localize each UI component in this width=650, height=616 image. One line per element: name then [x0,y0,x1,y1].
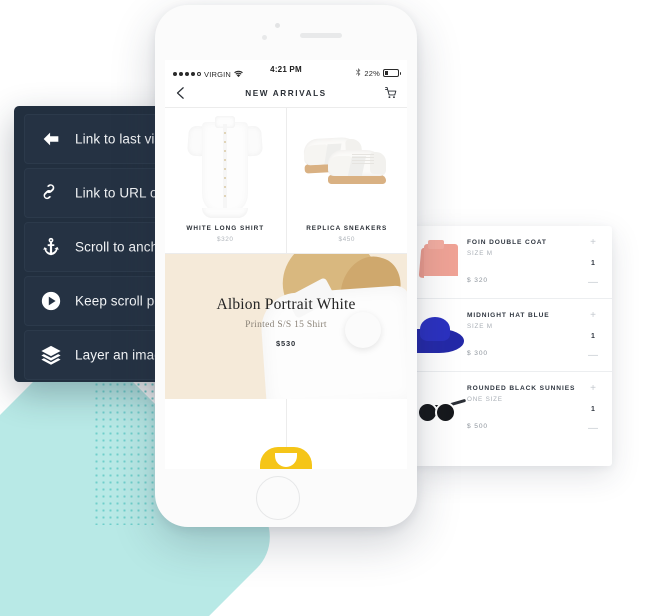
increase-quantity-button[interactable]: + [582,238,604,248]
layers-icon [40,344,62,366]
yellow-bag-image [260,447,312,469]
cart-item-name: FOIN DOUBLE COAT [467,239,547,246]
product-price: $320 [216,236,234,243]
cart-panel: FOIN DOUBLE COAT SIZE M $ 320 + 1 — MIDN… [411,226,612,466]
white-shirt-image [165,112,286,220]
product-caption: REPLICA SNEAKERS $450 [287,225,408,243]
cart-item-name: MIDNIGHT HAT BLUE [467,312,550,319]
increase-quantity-button[interactable]: + [582,311,604,321]
product-name: REPLICA SNEAKERS [306,225,388,232]
increase-quantity-button[interactable]: + [582,384,604,394]
earpiece-speaker [300,33,342,38]
banner-subtitle: Printed S/S 15 Shirt [245,320,327,330]
next-product-row [165,399,407,469]
cart-item-info: ROUNDED BLACK SUNNIES ONE SIZE [467,385,578,403]
quantity-value: 1 [591,260,595,267]
blue-hat-thumb [411,307,472,365]
quantity-value: 1 [591,406,595,413]
banner-title: Albion Portrait White [216,296,356,313]
iphone-mockup: VIRGIN 4:21 PM 22% NEW ARRIVALS WHITE LO… [155,5,417,527]
promo-banner[interactable]: Albion Portrait White Printed S/S 15 Shi… [165,254,407,399]
black-sunglasses-thumb [411,380,472,438]
battery-percent-label: 22% [364,68,380,78]
cart-item-name: ROUNDED BLACK SUNNIES [467,385,576,392]
cart-item-row[interactable]: FOIN DOUBLE COAT SIZE M $ 320 + 1 — [411,226,612,299]
quantity-stepper: + 1 — [582,238,604,288]
app-nav-bar: NEW ARRIVALS [165,80,407,108]
quantity-stepper: + 1 — [582,384,604,434]
cart-item-size: SIZE M [467,249,493,257]
cart-item-info: FOIN DOUBLE COAT SIZE M [467,239,578,257]
cart-item-price: $ 320 [467,277,489,285]
cart-item-info: MIDNIGHT HAT BLUE SIZE M [467,312,578,330]
white-sneakers-image [287,112,408,220]
cart-item-size: ONE SIZE [467,395,503,403]
anchor-icon [40,236,62,258]
page-title: NEW ARRIVALS [245,89,327,98]
decrease-quantity-button[interactable]: — [582,351,604,361]
product-card[interactable]: REPLICA SNEAKERS $450 [286,108,408,253]
product-name: WHITE LONG SHIRT [186,225,265,232]
cart-item-size: SIZE M [467,322,493,330]
cart-item-price: $ 300 [467,350,489,358]
arrow-left-icon [40,128,62,150]
status-bar: VIRGIN 4:21 PM 22% [165,60,407,80]
banner-price: $530 [276,339,296,348]
pink-coat-thumb [411,234,472,292]
product-caption: WHITE LONG SHIRT $320 [165,225,286,243]
play-circle-icon [40,290,62,312]
home-button[interactable] [256,476,300,520]
decrease-quantity-button[interactable]: — [582,278,604,288]
product-price: $450 [338,236,356,243]
battery-icon [383,69,401,77]
product-grid: WHITE LONG SHIRT $320 REPLICA SNEAKERS $… [165,108,407,253]
proximity-sensor [262,35,267,40]
decrease-quantity-button[interactable]: — [582,424,604,434]
quantity-value: 1 [591,333,595,340]
front-camera [275,23,280,28]
quantity-stepper: + 1 — [582,311,604,361]
dot-grid-pattern [93,381,156,525]
shopping-cart-icon[interactable] [384,86,398,100]
phone-screen: VIRGIN 4:21 PM 22% NEW ARRIVALS WHITE LO… [165,60,407,469]
banner-text: Albion Portrait White Printed S/S 15 Shi… [165,296,407,348]
cart-item-row[interactable]: MIDNIGHT HAT BLUE SIZE M $ 300 + 1 — [411,299,612,372]
cart-item-row[interactable]: ROUNDED BLACK SUNNIES ONE SIZE $ 500 + 1… [411,372,612,444]
product-card[interactable]: WHITE LONG SHIRT $320 [165,108,287,253]
link-chain-icon [40,182,62,204]
cart-item-price: $ 500 [467,423,489,431]
